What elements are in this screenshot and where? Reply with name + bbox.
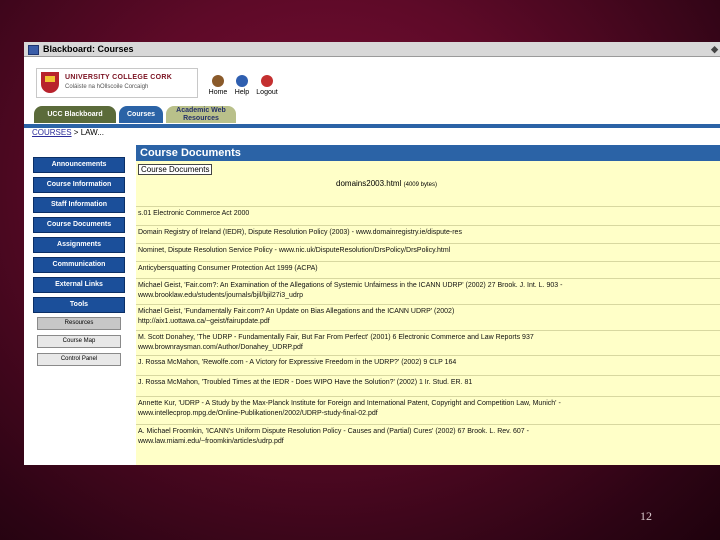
- nav-communication[interactable]: Communication: [33, 257, 125, 273]
- list-item: J. Rossa McMahon, 'Troubled Times at the…: [136, 375, 720, 396]
- help-icon[interactable]: [236, 75, 248, 87]
- page-title: Course Documents: [136, 145, 720, 161]
- tab-ucc-blackboard[interactable]: UCC Blackboard: [34, 106, 116, 123]
- item-text: Michael Geist, 'Fundamentally Fair.com? …: [138, 308, 455, 325]
- course-menu: Announcements Course Information Staff I…: [33, 157, 125, 371]
- item-text: A. Michael Froomkin, 'ICANN's Uniform Di…: [138, 428, 529, 445]
- browser-screenshot: Blackboard: Courses ◆ UNIVERSITY COLLEGE…: [24, 42, 720, 465]
- sub-resources[interactable]: Resources: [37, 317, 121, 330]
- list-item: Nominet, Dispute Resolution Service Poli…: [136, 243, 720, 261]
- logout-button[interactable]: Logout: [255, 89, 279, 96]
- crest-icon: [41, 72, 59, 93]
- item-text: Michael Geist, 'Fair.com?: An Examinatio…: [138, 282, 563, 299]
- item-text: J. Rossa McMahon, 'Troubled Times at the…: [138, 379, 473, 386]
- list-item: s.01 Electronic Commerce Act 2000: [136, 206, 720, 225]
- item-text: s.01 Electronic Commerce Act 2000: [138, 210, 250, 217]
- content-area: Course Documents Course Documents domain…: [136, 145, 720, 465]
- home-button[interactable]: Home: [206, 89, 230, 96]
- window-logo-icon: ◆: [711, 44, 718, 54]
- list-item: J. Rossa McMahon, 'Rewolfe.com - A Victo…: [136, 355, 720, 375]
- list-item: Anticybersquatting Consumer Protection A…: [136, 261, 720, 278]
- item-text: Domain Registry of Ireland (IEDR), Dispu…: [138, 229, 462, 236]
- list-item: M. Scott Donahey, 'The UDRP - Fundamenta…: [136, 330, 720, 355]
- nav-tools[interactable]: Tools: [33, 297, 125, 313]
- list-item: Annette Kur, 'UDRP - A Study by the Max-…: [136, 396, 720, 424]
- nav-external-links[interactable]: External Links: [33, 277, 125, 293]
- content-breadcrumb[interactable]: Course Documents: [138, 164, 213, 175]
- file-size: (4009 bytes): [403, 182, 437, 188]
- list-item: Michael Geist, 'Fair.com?: An Examinatio…: [136, 278, 720, 304]
- breadcrumb: COURSES > LAW...: [32, 128, 104, 137]
- tab-academic-web-resources[interactable]: Academic Web Resources: [166, 106, 236, 123]
- nav-course-documents[interactable]: Course Documents: [33, 217, 125, 233]
- breadcrumb-courses-link[interactable]: COURSES: [32, 128, 72, 137]
- nav-announcements[interactable]: Announcements: [33, 157, 125, 173]
- logout-icon[interactable]: [261, 75, 273, 87]
- window-title-bar: Blackboard: Courses ◆: [24, 42, 720, 57]
- sub-course-map[interactable]: Course Map: [37, 335, 121, 348]
- list-item: Michael Geist, 'Fundamentally Fair.com? …: [136, 304, 720, 330]
- nav-course-information[interactable]: Course Information: [33, 177, 125, 193]
- item-text: Annette Kur, 'UDRP - A Study by the Max-…: [138, 400, 561, 417]
- nav-staff-information[interactable]: Staff Information: [33, 197, 125, 213]
- site-header: UNIVERSITY COLLEGE CORK Coláiste na hOll…: [24, 57, 720, 107]
- list-item: A. Michael Froomkin, 'ICANN's Uniform Di…: [136, 424, 720, 448]
- window-title: Blackboard: Courses: [43, 44, 134, 54]
- breadcrumb-current: > LAW...: [73, 128, 104, 137]
- nav-assignments[interactable]: Assignments: [33, 237, 125, 253]
- file-name[interactable]: domains2003.html: [336, 179, 401, 188]
- logo-name: UNIVERSITY COLLEGE CORK: [65, 74, 173, 81]
- document-file[interactable]: domains2003.html (4009 bytes): [336, 179, 437, 188]
- browser-icon: [28, 44, 39, 55]
- document-list: s.01 Electronic Commerce Act 2000 Domain…: [136, 206, 720, 448]
- list-item: Domain Registry of Ireland (IEDR), Dispu…: [136, 225, 720, 243]
- tab-bar: UCC Blackboard Courses Academic Web Reso…: [24, 104, 720, 128]
- item-text: Anticybersquatting Consumer Protection A…: [138, 265, 318, 272]
- ucc-logo[interactable]: UNIVERSITY COLLEGE CORK Coláiste na hOll…: [36, 68, 198, 98]
- logo-irish-name: Coláiste na hOllscoile Corcaigh: [65, 84, 149, 90]
- item-text: M. Scott Donahey, 'The UDRP - Fundamenta…: [138, 334, 534, 351]
- tab-courses[interactable]: Courses: [119, 106, 163, 123]
- help-button[interactable]: Help: [230, 89, 254, 96]
- slide-page-number: 12: [640, 509, 652, 523]
- item-text: J. Rossa McMahon, 'Rewolfe.com - A Victo…: [138, 359, 457, 366]
- home-icon[interactable]: [212, 75, 224, 87]
- item-text: Nominet, Dispute Resolution Service Poli…: [138, 247, 451, 254]
- sub-control-panel[interactable]: Control Panel: [37, 353, 121, 366]
